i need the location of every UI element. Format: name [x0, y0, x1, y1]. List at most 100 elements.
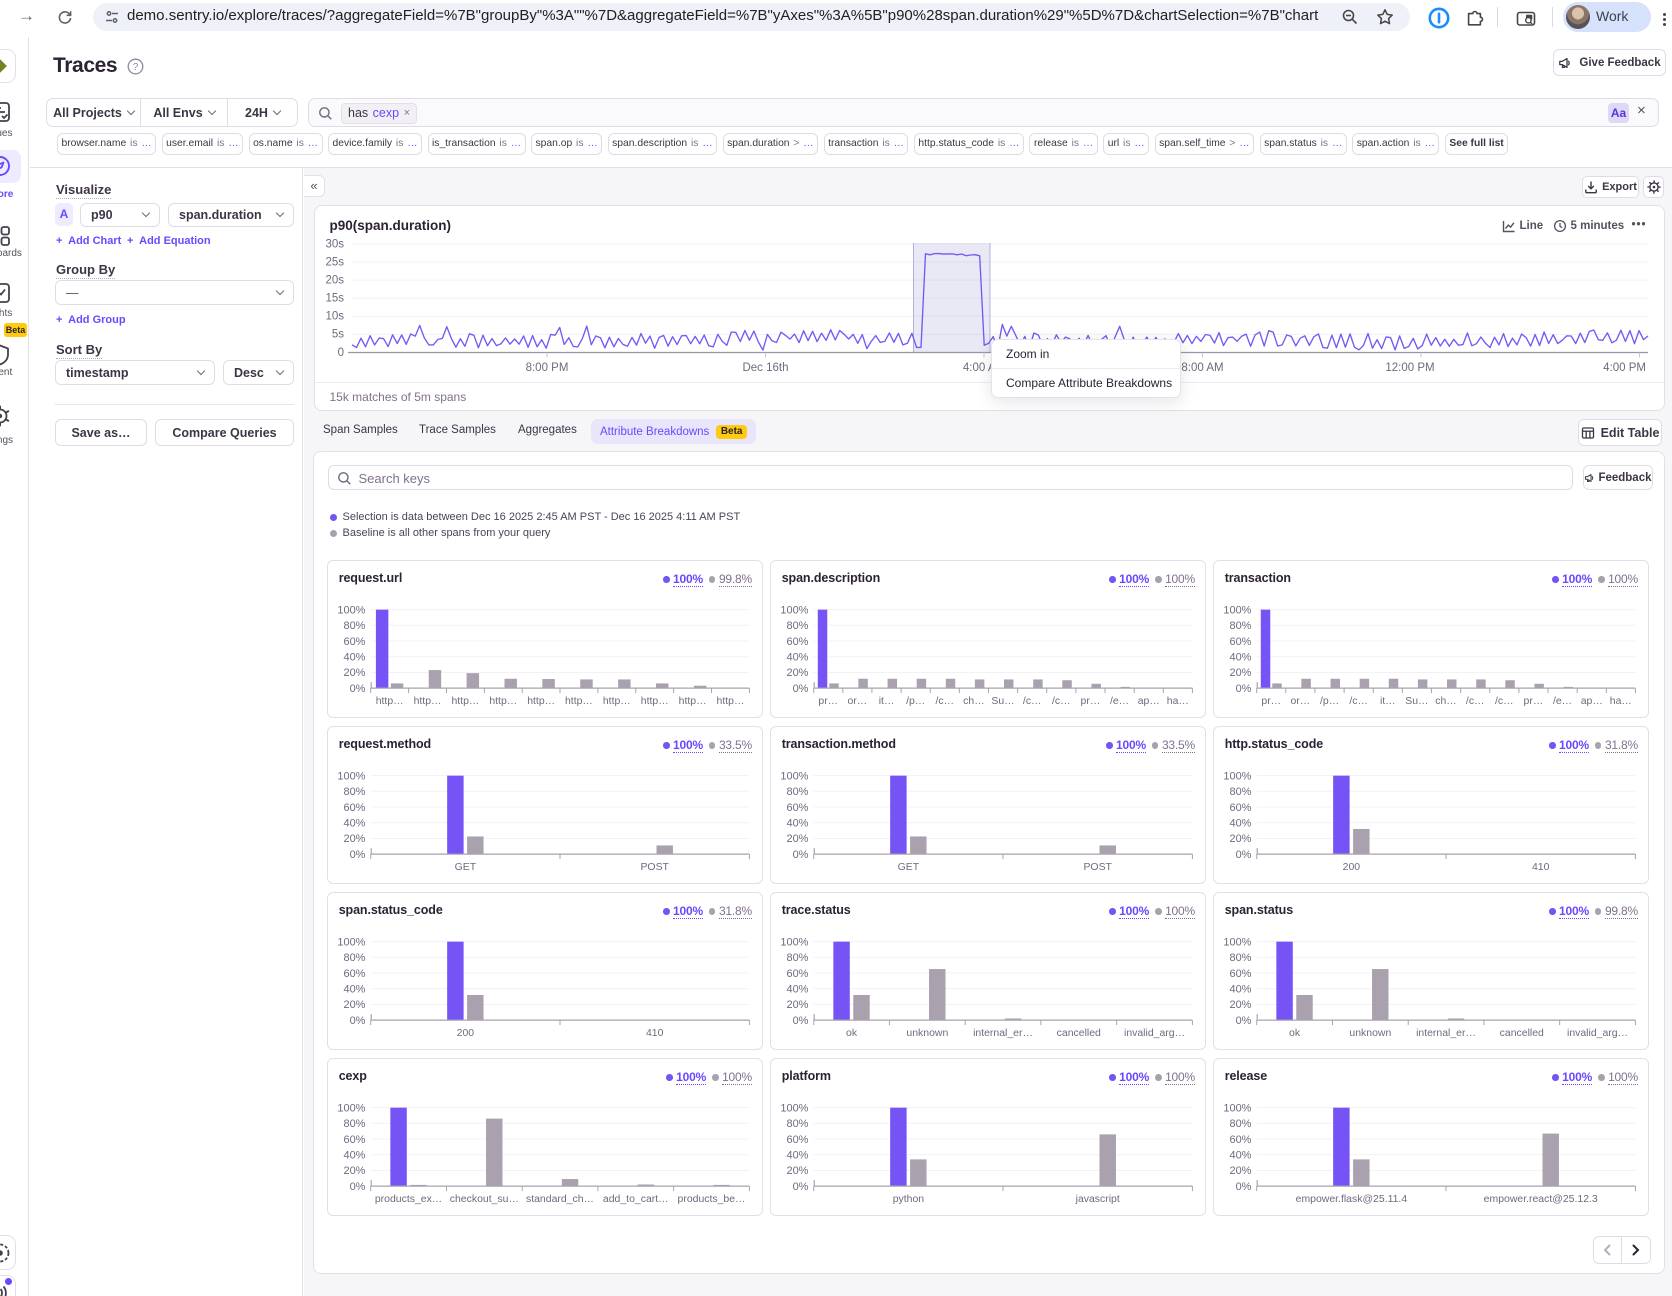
svg-text:empower.flask@25.11.4: empower.flask@25.11.4	[1296, 1194, 1408, 1205]
svg-text:80%: 80%	[344, 1118, 366, 1130]
svg-text:20%: 20%	[344, 1165, 366, 1177]
svg-text:/e…: /e…	[1110, 696, 1129, 707]
svg-text:80%: 80%	[344, 786, 366, 798]
svg-text:20%: 20%	[344, 667, 366, 679]
svg-text:40%: 40%	[787, 983, 809, 995]
svg-text:0%: 0%	[793, 1180, 809, 1192]
svg-text:pr…: pr…	[1524, 696, 1544, 707]
svg-text:80%: 80%	[344, 620, 366, 632]
svg-text:http…: http…	[717, 696, 745, 707]
svg-text:0%: 0%	[1236, 1180, 1252, 1192]
svg-text:0%: 0%	[350, 1014, 366, 1026]
svg-text:0%: 0%	[1236, 682, 1252, 694]
svg-text:unknown: unknown	[907, 1028, 949, 1039]
svg-text:0%: 0%	[793, 848, 809, 860]
svg-text:20%: 20%	[787, 1165, 809, 1177]
svg-text:/e…: /e…	[1553, 696, 1572, 707]
svg-text:pr…: pr…	[1262, 696, 1282, 707]
svg-text:products_be…: products_be…	[678, 1194, 746, 1205]
svg-text:ch…: ch…	[1435, 696, 1457, 707]
svg-text:ap…: ap…	[1138, 696, 1160, 707]
svg-text:20%: 20%	[787, 833, 809, 845]
svg-text:40%: 40%	[344, 983, 366, 995]
svg-text:0%: 0%	[350, 1180, 366, 1192]
svg-text:80%: 80%	[1230, 620, 1252, 632]
svg-text:100%: 100%	[781, 770, 809, 782]
svg-text:/c…: /c…	[936, 696, 955, 707]
svg-text:/p…: /p…	[906, 696, 925, 707]
svg-text:20%: 20%	[1230, 667, 1252, 679]
svg-text:invalid_arg…: invalid_arg…	[1567, 1028, 1628, 1039]
svg-text:it…: it…	[879, 696, 895, 707]
svg-text:internal_er…: internal_er…	[973, 1028, 1033, 1039]
svg-text:80%: 80%	[787, 620, 809, 632]
svg-text:POST: POST	[1084, 862, 1113, 873]
svg-text:javascript: javascript	[1075, 1194, 1120, 1205]
svg-text:cancelled: cancelled	[1057, 1028, 1101, 1039]
svg-text:40%: 40%	[787, 1149, 809, 1161]
svg-text:80%: 80%	[787, 1118, 809, 1130]
svg-text:/c…: /c…	[1052, 696, 1071, 707]
svg-text:410: 410	[646, 1028, 664, 1039]
svg-text:80%: 80%	[787, 786, 809, 798]
svg-text:20%: 20%	[1230, 833, 1252, 845]
svg-text:100%: 100%	[338, 936, 366, 948]
svg-text:ha…: ha…	[1610, 696, 1632, 707]
svg-text:60%: 60%	[787, 801, 809, 813]
svg-text:?: ?	[133, 62, 139, 73]
svg-text:empower.react@25.12.3: empower.react@25.12.3	[1484, 1194, 1598, 1205]
svg-text:100%: 100%	[1224, 604, 1252, 616]
svg-text:python: python	[893, 1194, 925, 1205]
svg-text:80%: 80%	[787, 952, 809, 964]
svg-text:100%: 100%	[1224, 1102, 1252, 1114]
svg-text:60%: 60%	[344, 967, 366, 979]
svg-text:/c…: /c…	[1350, 696, 1369, 707]
svg-text:unknown: unknown	[1350, 1028, 1392, 1039]
svg-text:/p…: /p…	[1320, 696, 1339, 707]
svg-text:ap…: ap…	[1581, 696, 1603, 707]
svg-text:GET: GET	[455, 862, 477, 873]
svg-text:0%: 0%	[350, 682, 366, 694]
svg-text:60%: 60%	[787, 967, 809, 979]
svg-text:http…: http…	[376, 696, 404, 707]
svg-text:http…: http…	[452, 696, 480, 707]
svg-text:410: 410	[1532, 862, 1550, 873]
svg-text:ch…: ch…	[963, 696, 985, 707]
svg-text:100%: 100%	[781, 1102, 809, 1114]
svg-text:http…: http…	[490, 696, 518, 707]
svg-text:60%: 60%	[1230, 1133, 1252, 1145]
svg-text:60%: 60%	[344, 635, 366, 647]
svg-text:checkout_su…: checkout_su…	[450, 1194, 519, 1205]
svg-text:http…: http…	[679, 696, 707, 707]
svg-text:cancelled: cancelled	[1500, 1028, 1544, 1039]
svg-text:standard_ch…: standard_ch…	[526, 1194, 594, 1205]
svg-text:it…: it…	[1380, 696, 1396, 707]
svg-text:80%: 80%	[1230, 786, 1252, 798]
svg-text:http…: http…	[565, 696, 593, 707]
svg-text:20%: 20%	[787, 667, 809, 679]
svg-text:200: 200	[1343, 862, 1361, 873]
svg-text:40%: 40%	[1230, 817, 1252, 829]
svg-text:100%: 100%	[338, 1102, 366, 1114]
svg-text:http…: http…	[603, 696, 631, 707]
svg-text:60%: 60%	[1230, 801, 1252, 813]
svg-text:100%: 100%	[1224, 770, 1252, 782]
svg-text:invalid_arg…: invalid_arg…	[1124, 1028, 1185, 1039]
svg-text:POST: POST	[641, 862, 670, 873]
svg-text:40%: 40%	[344, 1149, 366, 1161]
svg-text:ok: ok	[1289, 1028, 1301, 1039]
svg-text:60%: 60%	[1230, 635, 1252, 647]
svg-text:0%: 0%	[1236, 1014, 1252, 1026]
svg-text:80%: 80%	[1230, 1118, 1252, 1130]
svg-text:GET: GET	[898, 862, 920, 873]
svg-text:60%: 60%	[787, 1133, 809, 1145]
svg-text:0%: 0%	[793, 682, 809, 694]
svg-text:pr…: pr…	[819, 696, 839, 707]
svg-text:internal_er…: internal_er…	[1416, 1028, 1476, 1039]
svg-text:40%: 40%	[787, 651, 809, 663]
svg-text:http…: http…	[414, 696, 442, 707]
svg-text:100%: 100%	[781, 604, 809, 616]
svg-text:20%: 20%	[787, 999, 809, 1011]
svg-text:100%: 100%	[781, 936, 809, 948]
svg-text:100%: 100%	[338, 770, 366, 782]
